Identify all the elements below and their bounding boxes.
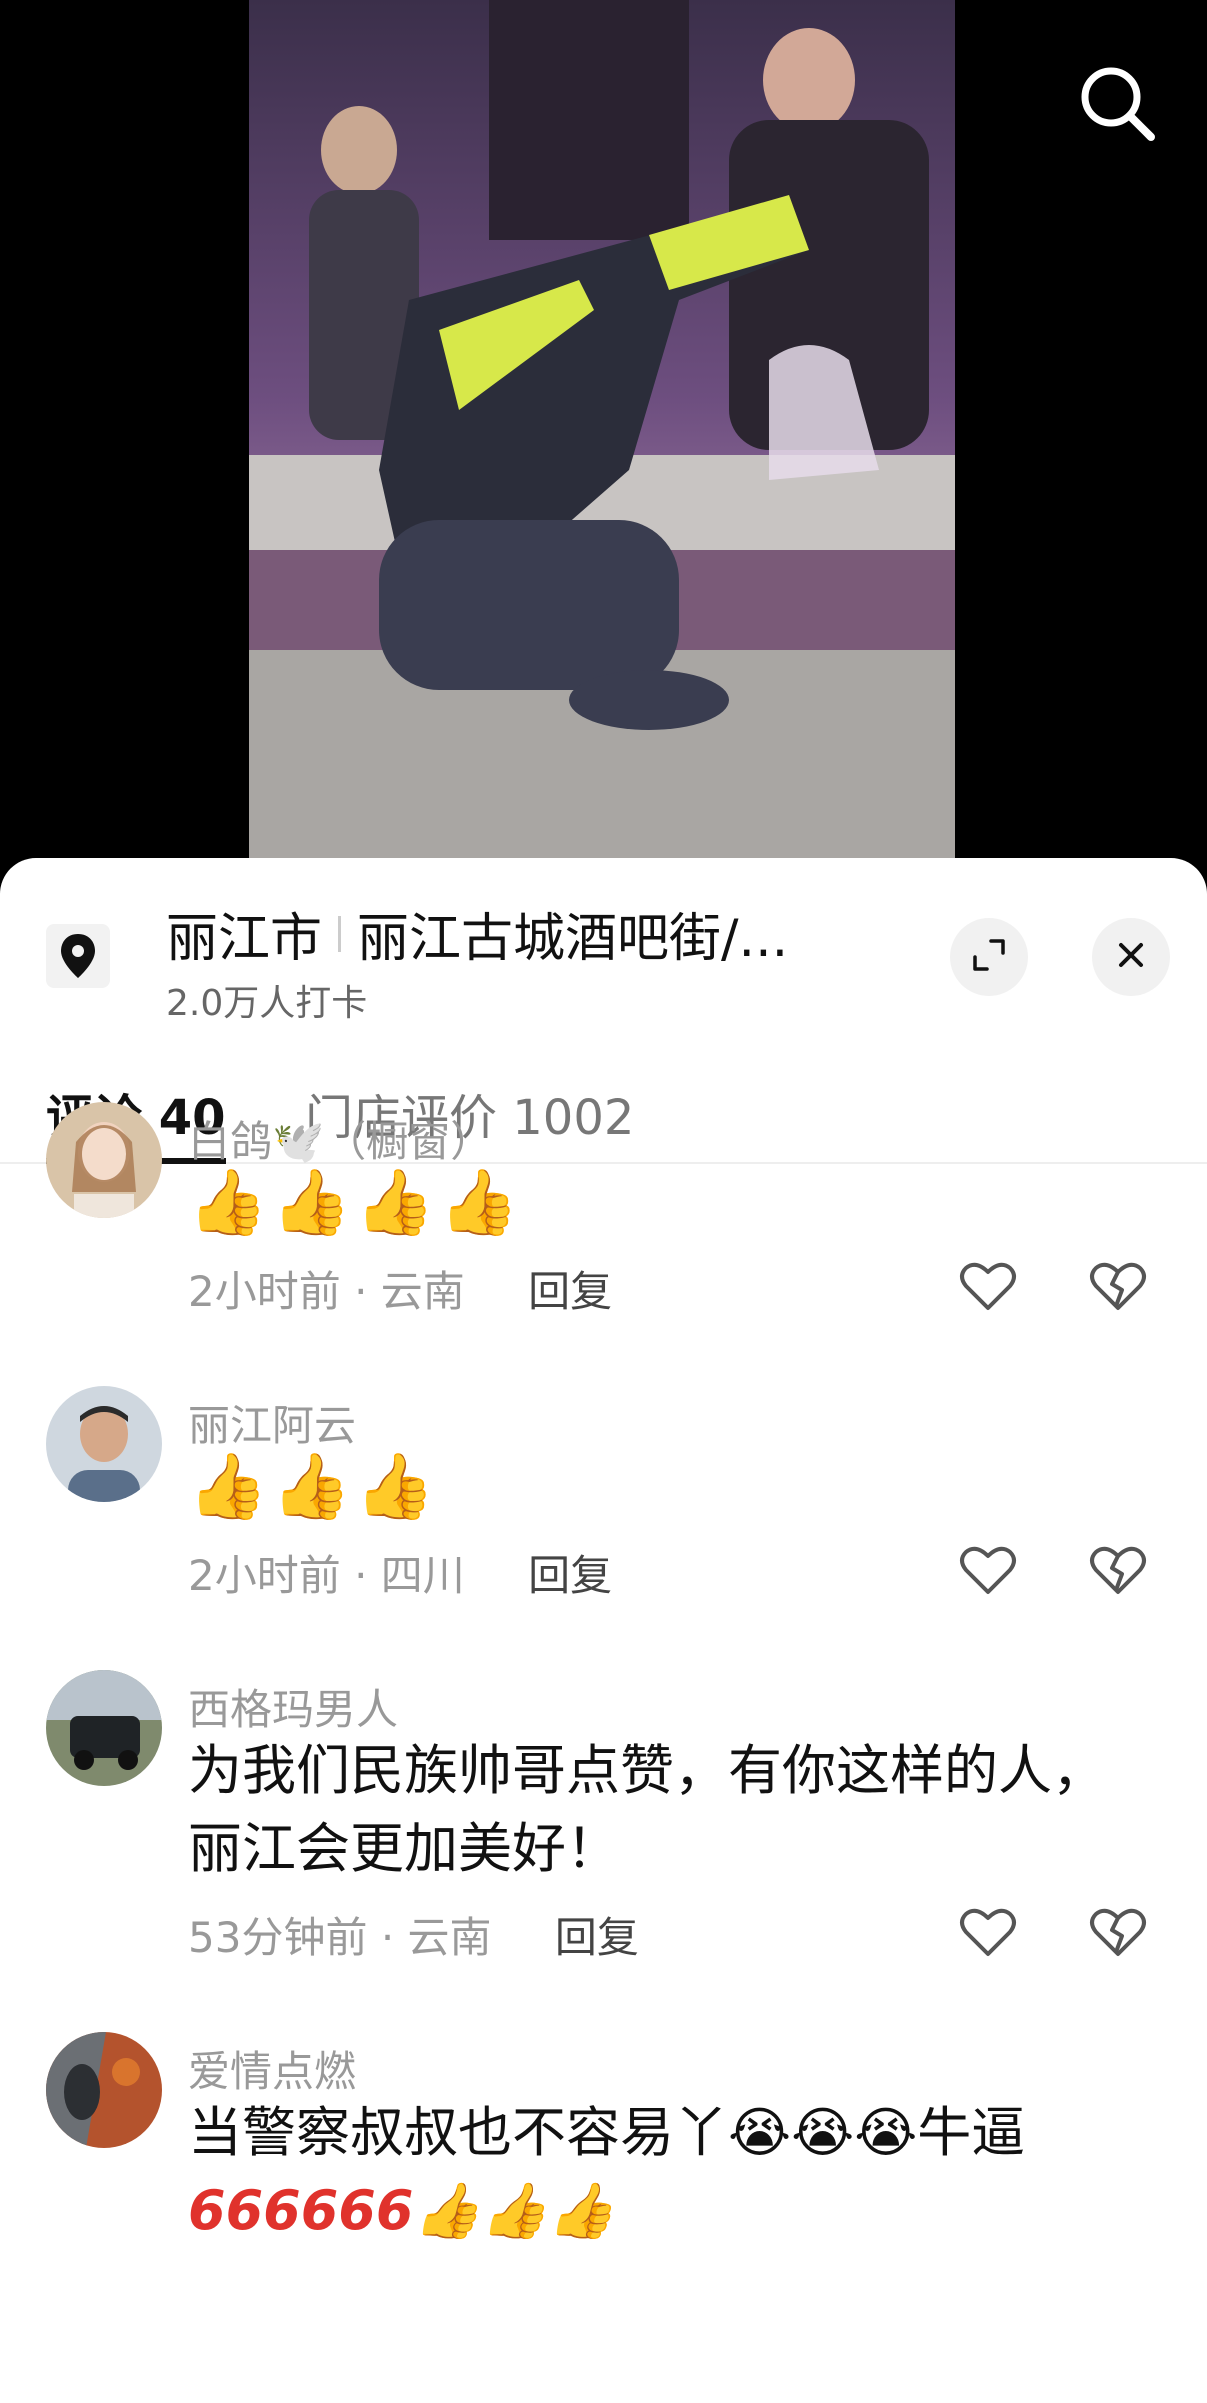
comment-username[interactable]: 西格玛男人 <box>188 1676 398 1737</box>
like-icon[interactable] <box>958 1256 1024 1322</box>
video-frame[interactable] <box>249 0 955 880</box>
thumbs-up-icon: 👍 <box>271 1166 352 1240</box>
dislike-icon[interactable] <box>1088 1540 1154 1606</box>
like-icon[interactable] <box>958 1540 1024 1606</box>
close-icon <box>1115 939 1147 975</box>
location-pin-icon <box>46 924 110 988</box>
comment-location: 云南 <box>407 1913 492 1962</box>
thumbs-up-icon: 👍 <box>355 1166 436 1240</box>
reply-button[interactable]: 回复 <box>528 1551 612 1600</box>
comment-username[interactable]: 白鸽🕊️（橱窗） <box>188 1108 492 1169</box>
thumbs-up-icon: 👍 <box>188 1166 268 1240</box>
thumbs-up-icon: 👍 <box>439 1166 519 1240</box>
comment-meta: 2小时前 · 四川 回复 <box>188 1551 613 1600</box>
thumbs-up-icon: 👍 <box>355 1450 436 1524</box>
comment-text-line2: 666666👍👍👍 <box>188 2179 616 2242</box>
comment-emojis: 👍 👍 👍 <box>188 1448 435 1526</box>
comment-time: 2小时前 <box>188 1551 341 1600</box>
avatar[interactable] <box>46 2032 162 2148</box>
tab-bar: 评论 40 门店评价 1002 <box>0 1038 1207 1164</box>
comment-username[interactable]: 爱情点燃 <box>188 2038 356 2099</box>
comment-time: 2小时前 <box>188 1267 341 1316</box>
comment-meta: 53分钟前 · 云南 回复 <box>188 1913 639 1962</box>
video-scene <box>249 0 955 880</box>
dislike-icon[interactable] <box>1088 1902 1154 1968</box>
search-icon <box>1075 61 1159 149</box>
avatar[interactable] <box>46 1102 162 1218</box>
comment-text: 当警察叔叔也不容易丫😭😭😭牛逼 <box>188 2101 1026 2164</box>
comment-username[interactable]: 丽江阿云 <box>188 1392 356 1453</box>
comment-location: 四川 <box>380 1551 465 1600</box>
thumbs-up-icon: 👍 <box>188 1450 268 1524</box>
avatar[interactable] <box>46 1386 162 1502</box>
dislike-icon[interactable] <box>1088 1256 1154 1322</box>
poi-header[interactable]: 丽江市 丽江古城酒吧街/... 2.0万人打卡 <box>0 858 1207 1028</box>
poi-city: 丽江市 <box>166 909 323 969</box>
expand-icon <box>971 937 1007 977</box>
poi-checkins: 2.0万人打卡 <box>166 983 368 1024</box>
poi-place: 丽江古城酒吧街/... <box>357 909 789 969</box>
comment-sheet: 丽江市 丽江古城酒吧街/... 2.0万人打卡 评论 40 门店评价 <box>0 858 1207 2403</box>
expand-button[interactable] <box>950 918 1028 996</box>
reply-button[interactable]: 回复 <box>555 1913 639 1962</box>
like-icon[interactable] <box>958 1902 1024 1968</box>
poi-title[interactable]: 丽江市 丽江古城酒吧街/... <box>166 896 788 971</box>
comment-emojis: 👍 👍 👍 👍 <box>188 1164 519 1242</box>
video-area[interactable] <box>0 0 1207 880</box>
comment-time: 53分钟前 <box>188 1913 368 1962</box>
comment-meta: 2小时前 · 云南 回复 <box>188 1267 613 1316</box>
avatar[interactable] <box>46 1670 162 1786</box>
search-button[interactable] <box>1067 55 1167 155</box>
poi-separator <box>338 915 342 952</box>
thumbs-up-icon: 👍 <box>271 1450 352 1524</box>
comment-location: 云南 <box>380 1267 465 1316</box>
comment-text: 为我们民族帅哥点赞，有你这样的人，丽江会更加美好！ <box>188 1739 1106 1880</box>
close-button[interactable] <box>1092 918 1170 996</box>
reply-button[interactable]: 回复 <box>528 1267 612 1316</box>
